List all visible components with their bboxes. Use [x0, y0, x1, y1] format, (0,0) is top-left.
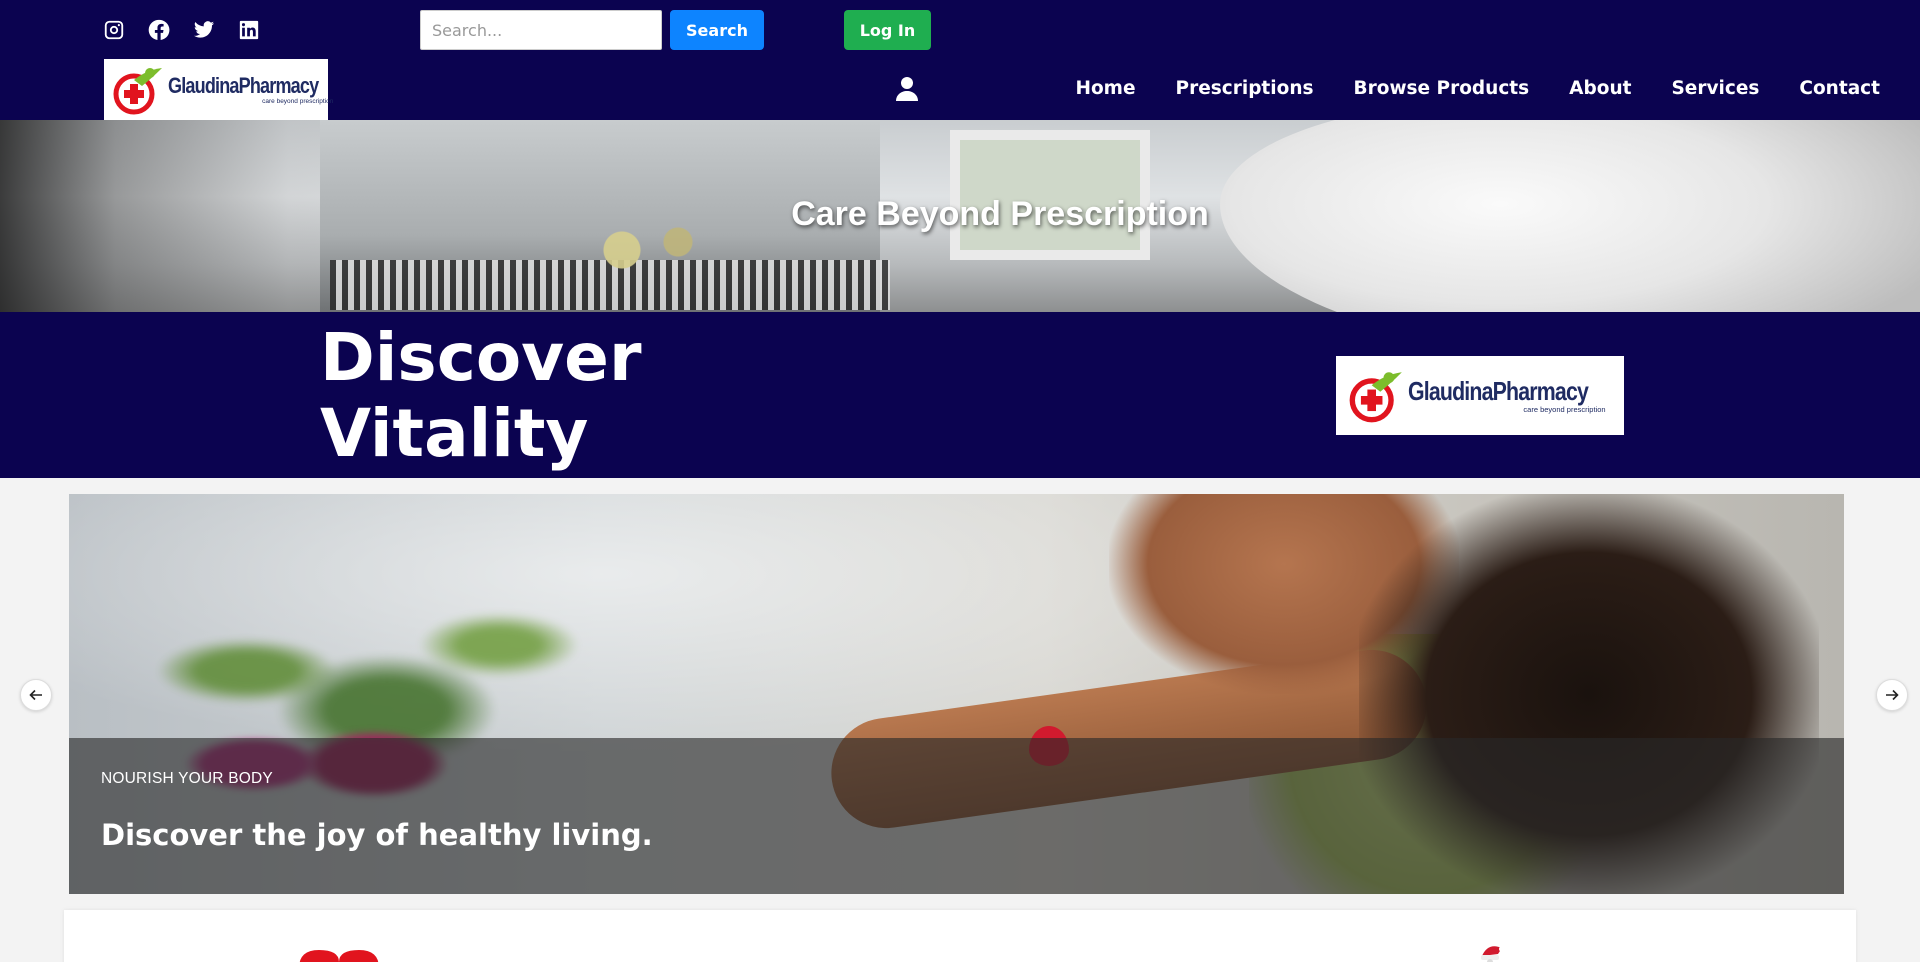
facebook-icon[interactable] [147, 18, 171, 42]
hero-banner: Care Beyond Prescription [0, 120, 1920, 312]
top-header: Search Log In GlaudinaPharmacy care beyo… [0, 0, 1920, 121]
band-logo: GlaudinaPharmacy care beyond prescriptio… [1336, 356, 1624, 435]
nav-contact[interactable]: Contact [1799, 78, 1880, 99]
heart-icon [299, 948, 379, 962]
logo-tagline: care beyond prescription [262, 98, 334, 105]
social-links [102, 18, 261, 42]
band-title: Discover Vitality [320, 319, 642, 472]
nav-prescriptions[interactable]: Prescriptions [1176, 78, 1314, 99]
hero-title: Care Beyond Prescription [791, 195, 1209, 233]
pharmacy-cross-icon [112, 64, 164, 116]
arrow-left-icon [29, 689, 42, 701]
carousel-prev-button[interactable] [20, 679, 52, 711]
search-button[interactable]: Search [670, 10, 764, 50]
santa-icon [1478, 942, 1506, 962]
discover-band: Discover Vitality GlaudinaPharmacy care … [0, 312, 1920, 478]
carousel-next-button[interactable] [1876, 679, 1908, 711]
linkedin-icon[interactable] [237, 18, 261, 42]
logo-name: GlaudinaPharmacy [168, 73, 319, 98]
main-nav: Home Prescriptions Browse Products About… [1075, 78, 1880, 99]
login-button[interactable]: Log In [844, 10, 931, 50]
caption-eyebrow: NOURISH YOUR BODY [101, 770, 273, 787]
pharmacy-cross-icon [1348, 368, 1404, 424]
twitter-icon[interactable] [192, 18, 216, 42]
user-icon[interactable] [895, 76, 919, 102]
logo-tagline: care beyond prescription [1523, 404, 1606, 414]
arrow-right-icon [1886, 689, 1899, 701]
nav-about[interactable]: About [1569, 78, 1631, 99]
caption-title: Discover the joy of healthy living. [101, 818, 653, 852]
nav-browse-products[interactable]: Browse Products [1354, 78, 1530, 99]
carousel-caption: NOURISH YOUR BODY Discover the joy of he… [69, 738, 1844, 894]
site-logo[interactable]: GlaudinaPharmacy care beyond prescriptio… [104, 59, 333, 121]
instagram-icon[interactable] [102, 18, 126, 42]
nav-services[interactable]: Services [1671, 78, 1759, 99]
hero-carousel[interactable]: NOURISH YOUR BODY Discover the joy of he… [69, 494, 1844, 894]
logo-name: GlaudinaPharmacy [1408, 375, 1589, 406]
nav-home[interactable]: Home [1075, 78, 1135, 99]
search-input[interactable] [420, 10, 662, 50]
